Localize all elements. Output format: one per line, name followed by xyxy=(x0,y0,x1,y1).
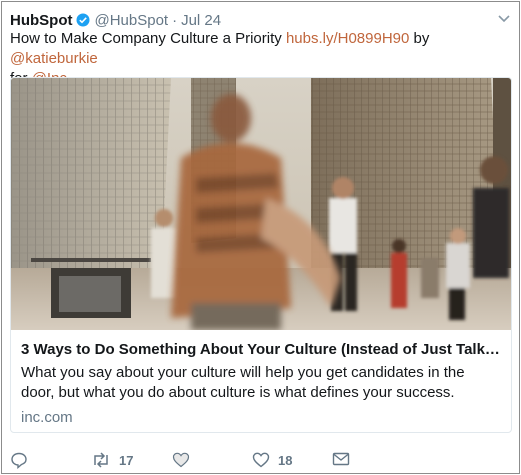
account-handle[interactable]: @HubSpot xyxy=(94,12,168,29)
tweet-actions: 17 18 xyxy=(2,449,521,473)
tweet-text-prefix: How to Make Company Culture a Priority xyxy=(10,30,286,47)
mail-icon xyxy=(332,451,350,467)
like-button[interactable] xyxy=(172,451,190,469)
card-description: What you say about your culture will hel… xyxy=(21,364,465,401)
tweet-text-by: by xyxy=(409,30,430,47)
reply-button[interactable] xyxy=(10,451,36,469)
account-name[interactable]: HubSpot xyxy=(10,12,72,29)
tweet-header: HubSpot @HubSpot · Jul 24 xyxy=(10,10,221,30)
heart-icon xyxy=(252,451,270,469)
retweet-icon xyxy=(91,451,111,469)
retweet-button[interactable]: 17 xyxy=(91,451,133,469)
heart-icon xyxy=(172,451,190,469)
card-title[interactable]: 3 Ways to Do Something About Your Cultur… xyxy=(21,340,501,360)
timestamp[interactable]: Jul 24 xyxy=(181,12,221,29)
reply-icon xyxy=(10,451,28,469)
verified-badge-icon xyxy=(76,13,90,27)
tweet-link[interactable]: hubs.ly/H0899H90 xyxy=(286,30,409,47)
card-image[interactable] xyxy=(11,78,511,330)
card-domain: inc.com xyxy=(21,409,73,426)
card-body[interactable]: 3 Ways to Do Something About Your Cultur… xyxy=(11,330,511,432)
tweet[interactable]: HubSpot @HubSpot · Jul 24 How to Make Co… xyxy=(1,1,520,474)
direct-message-button[interactable] xyxy=(332,451,350,467)
like-count: 18 xyxy=(278,452,293,468)
separator-dot: · xyxy=(172,11,178,29)
retweet-count: 17 xyxy=(119,452,134,468)
chevron-down-icon[interactable] xyxy=(497,12,511,26)
favorite-button[interactable]: 18 xyxy=(252,451,292,469)
link-card[interactable]: 3 Ways to Do Something About Your Cultur… xyxy=(10,77,512,433)
author-mention[interactable]: @katieburkie xyxy=(10,50,98,67)
